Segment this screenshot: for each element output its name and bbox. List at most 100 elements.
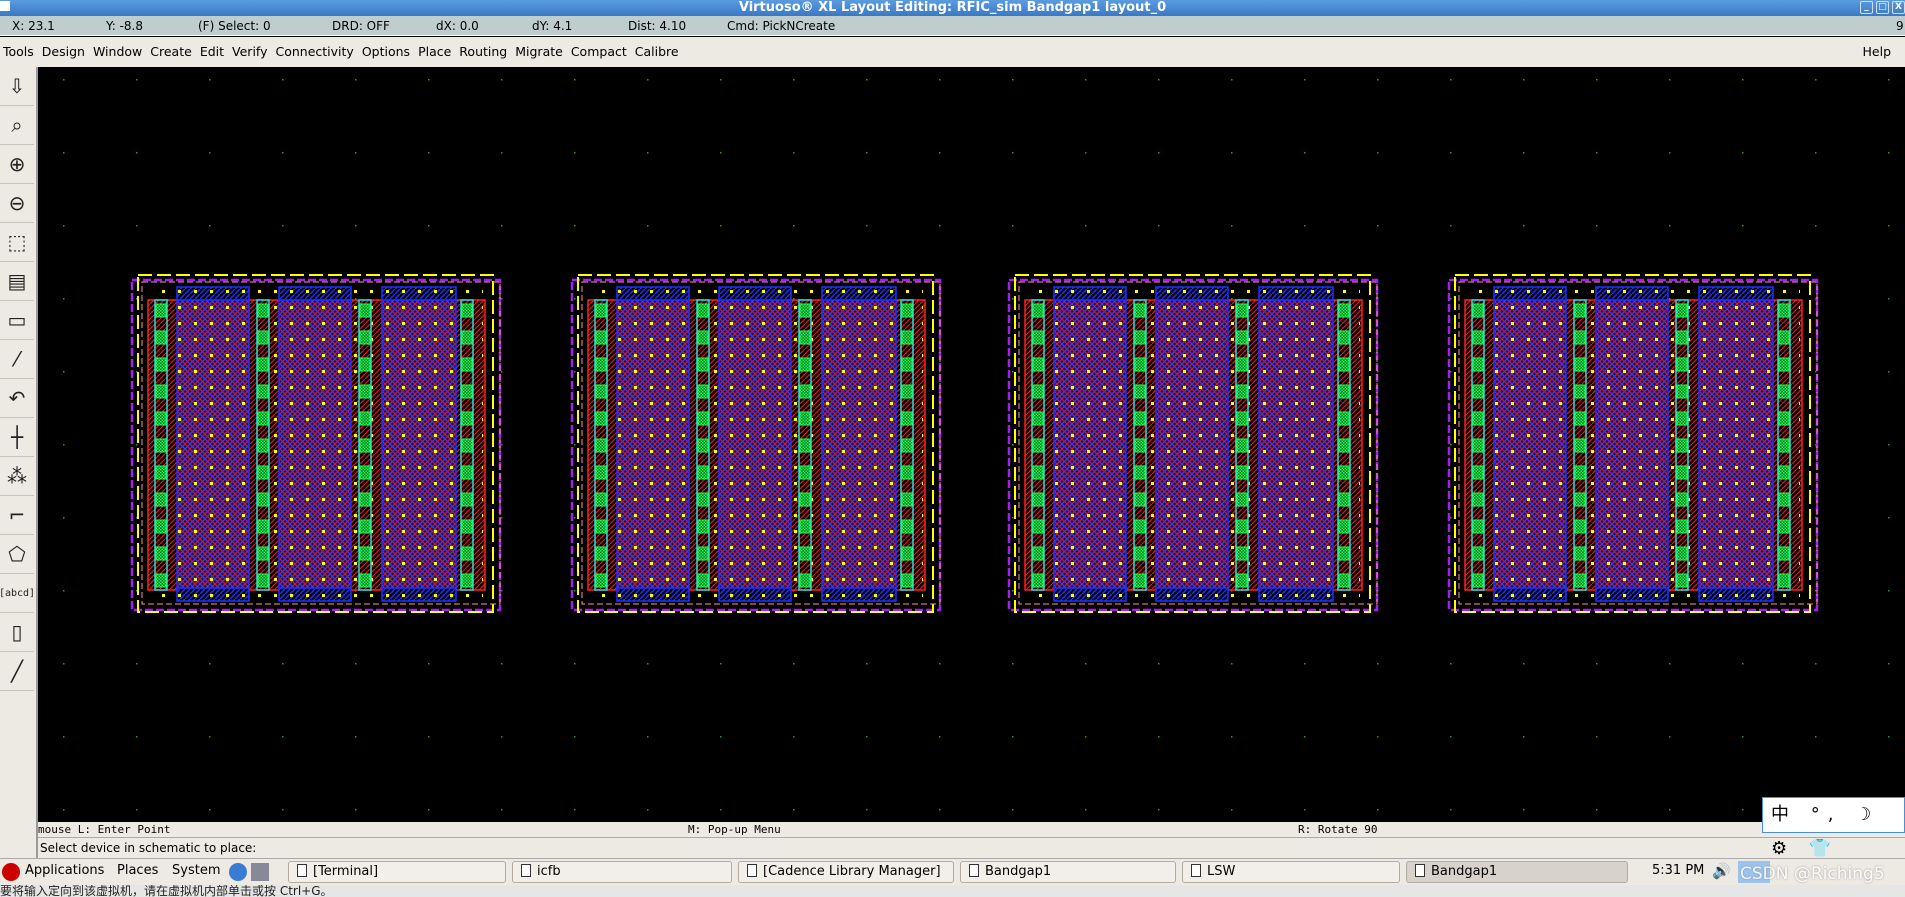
menu-edit[interactable]: Edit [200,44,224,59]
via-block [359,546,371,561]
via-block [1676,465,1688,480]
move-icon[interactable]: ▭ [0,301,34,340]
via-block [461,438,473,453]
command-readout: Cmd: PickNCreate [727,19,836,33]
via-block [359,465,371,480]
menu-routing[interactable]: Routing [459,44,507,59]
via-block [257,573,269,588]
minimize-button[interactable]: _ [1860,1,1873,14]
via-block [1472,492,1484,507]
clock[interactable]: 5:31 PM [1652,863,1704,878]
via-block [1676,573,1688,588]
via-block [595,411,607,426]
prompt-line: Select device in schematic to place: [38,838,1905,858]
via-block [901,519,913,534]
via-block [1338,519,1350,534]
menu-connectivity[interactable]: Connectivity [276,44,354,59]
menu-design[interactable]: Design [42,44,85,59]
via-block [1778,438,1790,453]
menu-migrate[interactable]: Migrate [515,44,563,59]
menu-place[interactable]: Place [418,44,451,59]
zoom-in-icon[interactable]: ⊕ [0,145,34,184]
taskbar-window-button[interactable]: [Terminal] [288,861,506,883]
taskbar-window-button[interactable]: Bandgap1 [1406,861,1628,883]
menu-tools[interactable]: Tools [3,44,34,59]
via-block [595,357,607,372]
device-cell[interactable] [130,274,502,613]
via-block [799,492,811,507]
via-block [1032,438,1044,453]
undo-icon[interactable]: ↶ [0,379,34,418]
select-icon[interactable]: ▯ [0,613,34,652]
via-block [155,330,167,345]
taskbar-window-button[interactable]: icfb [512,861,732,883]
contact-array [1027,288,1360,600]
fit-view-icon[interactable]: ⌕ [0,106,34,145]
via-block [799,330,811,345]
ruler-icon[interactable]: ╱ [0,652,34,691]
menu-help[interactable]: Help [1863,37,1892,67]
route-icon[interactable]: ⌐ [0,496,34,535]
via-block [799,573,811,588]
via-block [1778,330,1790,345]
device-cell[interactable] [1447,274,1819,613]
via-block [1676,438,1688,453]
taskbar-window-button[interactable]: Bandgap1 [960,861,1176,883]
drd-status: DRD: OFF [332,19,390,33]
taskbar-window-label: Bandgap1 [985,864,1052,879]
via-block [799,411,811,426]
window-menu-icon[interactable] [0,1,10,11]
save-icon[interactable]: ⇩ [0,67,34,106]
window-icon [521,864,531,877]
via-block [1032,411,1044,426]
via-block [1032,465,1044,480]
volume-icon[interactable]: 🔊 [1712,862,1731,880]
via-block [461,384,473,399]
maximize-button[interactable]: □ [1876,1,1889,14]
via-block [1134,330,1146,345]
path-icon[interactable]: ⁄ [0,340,34,379]
x-readout: X: 23.1 [12,19,55,33]
label-icon[interactable]: [abcd] [0,574,35,613]
via-block [1032,519,1044,534]
via-block [1676,357,1688,372]
menu-calibre[interactable]: Calibre [635,44,679,59]
close-button[interactable]: X [1892,1,1905,14]
taskbar-window-button[interactable]: LSW [1182,861,1400,883]
places-menu[interactable]: Places [117,863,158,878]
via-block [799,303,811,318]
via-block [257,465,269,480]
zoom-out-icon[interactable]: ⊖ [0,184,34,223]
via-block [461,492,473,507]
device-cell[interactable] [1007,274,1379,613]
taskbar-window-button[interactable]: [Cadence Library Manager] [738,861,954,883]
menu-options[interactable]: Options [362,44,410,59]
polygon-icon[interactable]: ⬠ [0,535,34,574]
menu-create[interactable]: Create [150,44,192,59]
mail-launcher-icon[interactable] [251,863,269,881]
via-block [799,465,811,480]
menu-window[interactable]: Window [93,44,142,59]
layout-drawing[interactable] [38,67,1905,822]
via-block [595,465,607,480]
device-cell[interactable] [570,274,942,613]
copy-icon[interactable]: ▤ [0,262,34,301]
stretch-icon[interactable]: ⬚ [0,223,34,262]
via-block [1032,357,1044,372]
via-block [1778,303,1790,318]
ime-toolbar[interactable]: 中 °, ☽ ⚙ 👕 [1762,797,1905,859]
applications-menu[interactable]: Applications [25,863,104,878]
via-block [1338,573,1350,588]
properties-icon[interactable]: ⁂ [0,457,34,496]
window-icon [1415,864,1425,877]
via-block [1574,411,1586,426]
menu-verify[interactable]: Verify [232,44,267,59]
ruler-grid-icon[interactable]: ┼ [0,418,34,457]
layout-canvas[interactable] [38,67,1905,822]
system-menu[interactable]: System [172,863,220,878]
menu-compact[interactable]: Compact [571,44,627,59]
redhat-logo-icon[interactable] [2,863,20,881]
watermark: CSDN @Riching5 [1740,864,1885,884]
browser-launcher-icon[interactable] [229,863,247,881]
via-block [1236,438,1248,453]
